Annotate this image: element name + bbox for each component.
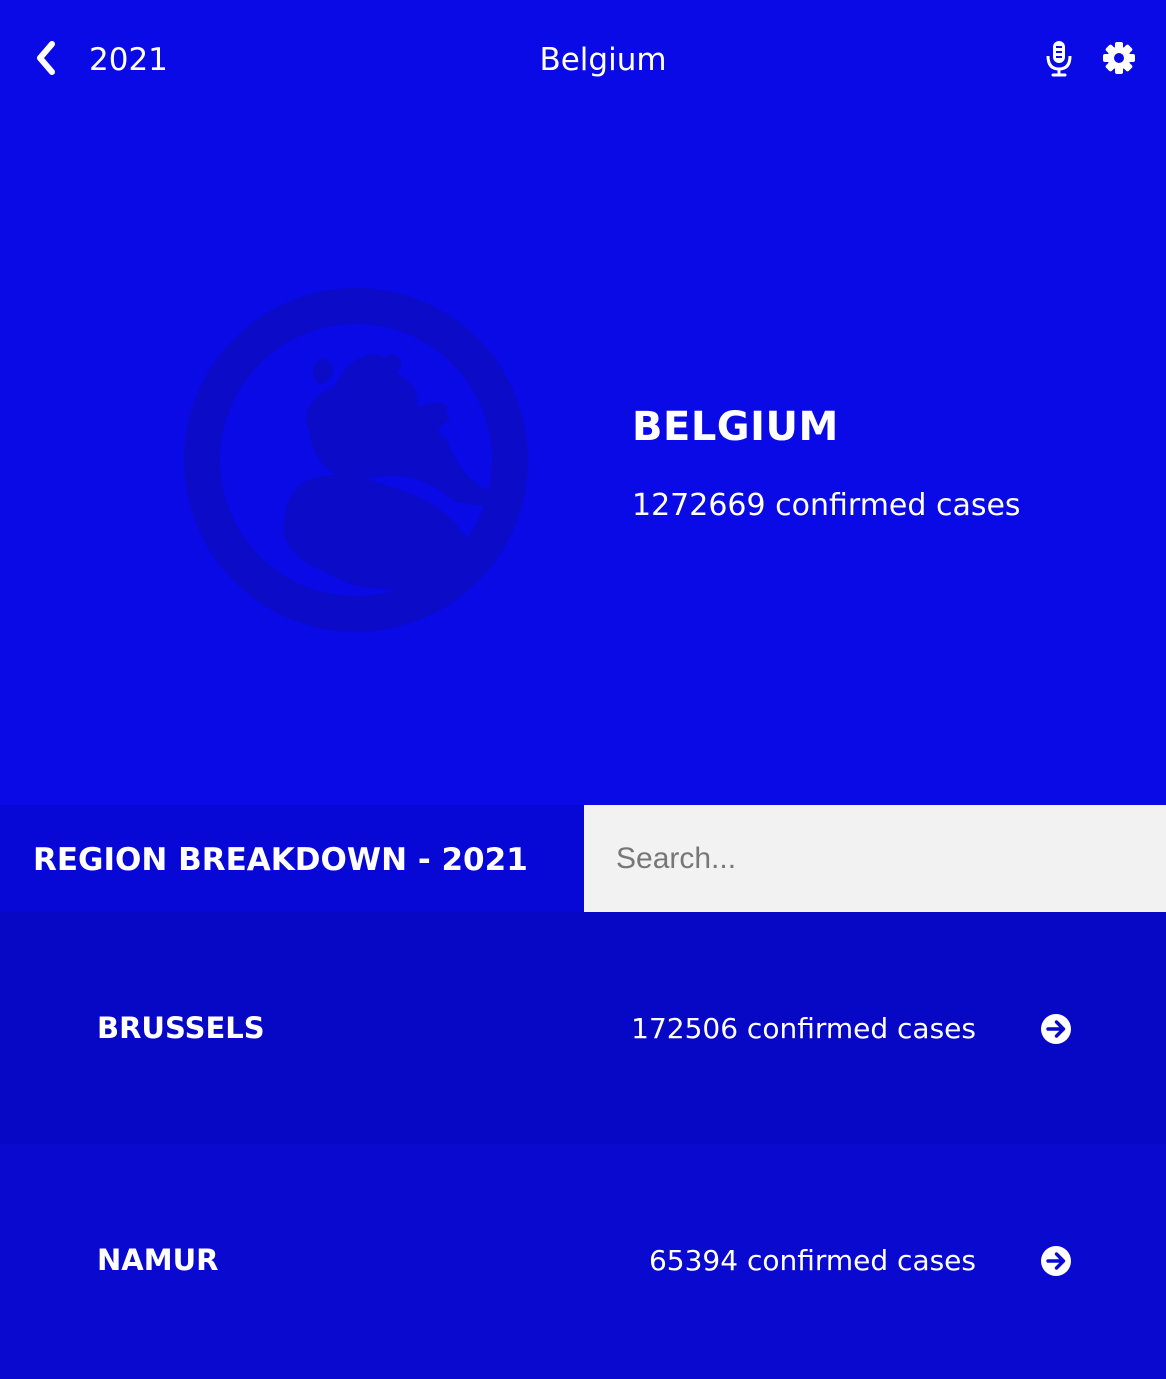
region-row-namur[interactable]: NAMUR 65394 confirmed cases — [0, 1144, 1166, 1379]
region-breakdown-title: REGION BREAKDOWN - 2021 — [0, 805, 584, 912]
arrow-circle-right-icon[interactable] — [1040, 1245, 1072, 1277]
region-confirmed-cases: 65394 confirmed cases — [648, 1244, 976, 1277]
top-bar: 2021 Belgium — [0, 0, 1166, 120]
region-list: BRUSSELS 172506 confirmed cases NAMUR 65… — [0, 912, 1166, 1379]
voice-search-button[interactable] — [1042, 38, 1076, 78]
country-confirmed-cases: 1272669 confirmed cases — [632, 488, 1021, 523]
microphone-icon — [1046, 41, 1072, 77]
settings-button[interactable] — [1100, 38, 1138, 78]
arrow-circle-right-icon[interactable] — [1040, 1013, 1072, 1045]
globe-europe-icon — [184, 288, 528, 632]
country-summary: BELGIUM 1272669 confirmed cases — [0, 120, 1166, 805]
region-breakdown-bar: REGION BREAKDOWN - 2021 — [0, 805, 1166, 912]
region-name: NAMUR — [97, 1243, 219, 1277]
region-row-brussels[interactable]: BRUSSELS 172506 confirmed cases — [0, 912, 1166, 1144]
region-name: BRUSSELS — [97, 1011, 265, 1045]
gear-icon — [1103, 42, 1135, 74]
search-input[interactable] — [584, 805, 1166, 912]
page-title: Belgium — [539, 42, 667, 78]
country-name: BELGIUM — [632, 404, 839, 450]
region-confirmed-cases: 172506 confirmed cases — [631, 1012, 976, 1045]
